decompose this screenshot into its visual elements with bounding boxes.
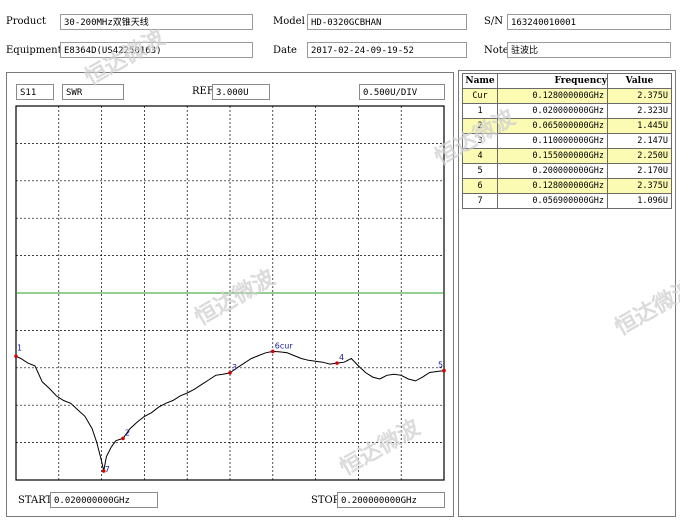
marker-value-cell: 2.323U bbox=[607, 103, 672, 119]
marker-name-cell: 3 bbox=[462, 133, 498, 149]
marker-row[interactable]: 2 0.065000000GHz 1.445U bbox=[462, 118, 672, 134]
marker-value-cell: 2.147U bbox=[607, 133, 672, 149]
marker-value-cell: 2.170U bbox=[607, 163, 672, 179]
marker-frequency-cell: 0.128000000GHz bbox=[497, 88, 608, 104]
marker-name-cell: 7 bbox=[462, 193, 498, 209]
start-label: START bbox=[18, 495, 53, 506]
marker-point bbox=[14, 354, 18, 359]
marker-row[interactable]: Cur 0.128000000GHz 2.375U bbox=[462, 88, 672, 104]
stop-label: STOP bbox=[311, 495, 340, 506]
stop-box[interactable]: 0.200000000GHz bbox=[337, 492, 445, 508]
marker-label: 7 bbox=[105, 465, 110, 474]
marker-row[interactable]: 4 0.155000000GHz 2.250U bbox=[462, 148, 672, 164]
marker-name-cell: 1 bbox=[462, 103, 498, 119]
marker-name-cell: 2 bbox=[462, 118, 498, 134]
marker-value-cell: 2.250U bbox=[607, 148, 672, 164]
marker-name-cell: 4 bbox=[462, 148, 498, 164]
start-box[interactable]: 0.020000000GHz bbox=[50, 492, 158, 508]
marker-frequency-cell: 0.155000000GHz bbox=[497, 148, 608, 164]
marker-value-cell: 2.375U bbox=[607, 178, 672, 194]
marker-label: 2 bbox=[125, 428, 130, 437]
marker-label: 1 bbox=[17, 343, 22, 352]
marker-frequency-cell: 0.056900000GHz bbox=[497, 193, 608, 209]
marker-value-cell: 1.445U bbox=[607, 118, 672, 134]
marker-label: 4 bbox=[339, 353, 344, 362]
marker-label: 3 bbox=[232, 363, 237, 372]
col-value-header: Value bbox=[607, 73, 672, 89]
marker-name-cell: 6 bbox=[462, 178, 498, 194]
marker-value-cell: 1.096U bbox=[607, 193, 672, 209]
marker-frequency-cell: 0.128000000GHz bbox=[497, 178, 608, 194]
marker-row[interactable]: 5 0.200000000GHz 2.170U bbox=[462, 163, 672, 179]
marker-row[interactable]: 7 0.056900000GHz 1.096U bbox=[462, 193, 672, 209]
marker-label: 6cur bbox=[275, 341, 294, 350]
marker-table: Name Frequency Value Cur 0.128000000GHz 2.… bbox=[462, 73, 672, 209]
col-name-header: Name bbox=[462, 73, 498, 89]
marker-row[interactable]: 1 0.020000000GHz 2.323U bbox=[462, 103, 672, 119]
marker-row[interactable]: 3 0.110000000GHz 2.147U bbox=[462, 133, 672, 149]
marker-frequency-cell: 0.065000000GHz bbox=[497, 118, 608, 134]
marker-name-cell: 5 bbox=[462, 163, 498, 179]
marker-frequency-cell: 0.110000000GHz bbox=[497, 133, 608, 149]
marker-label: 5 bbox=[438, 361, 443, 370]
marker-value-cell: 2.375U bbox=[607, 88, 672, 104]
marker-row[interactable]: 6 0.128000000GHz 2.375U bbox=[462, 178, 672, 194]
marker-frequency-cell: 0.020000000GHz bbox=[497, 103, 608, 119]
marker-name-cell: Cur bbox=[462, 88, 498, 104]
col-frequency-header: Frequency bbox=[497, 73, 608, 89]
marker-frequency-cell: 0.200000000GHz bbox=[497, 163, 608, 179]
